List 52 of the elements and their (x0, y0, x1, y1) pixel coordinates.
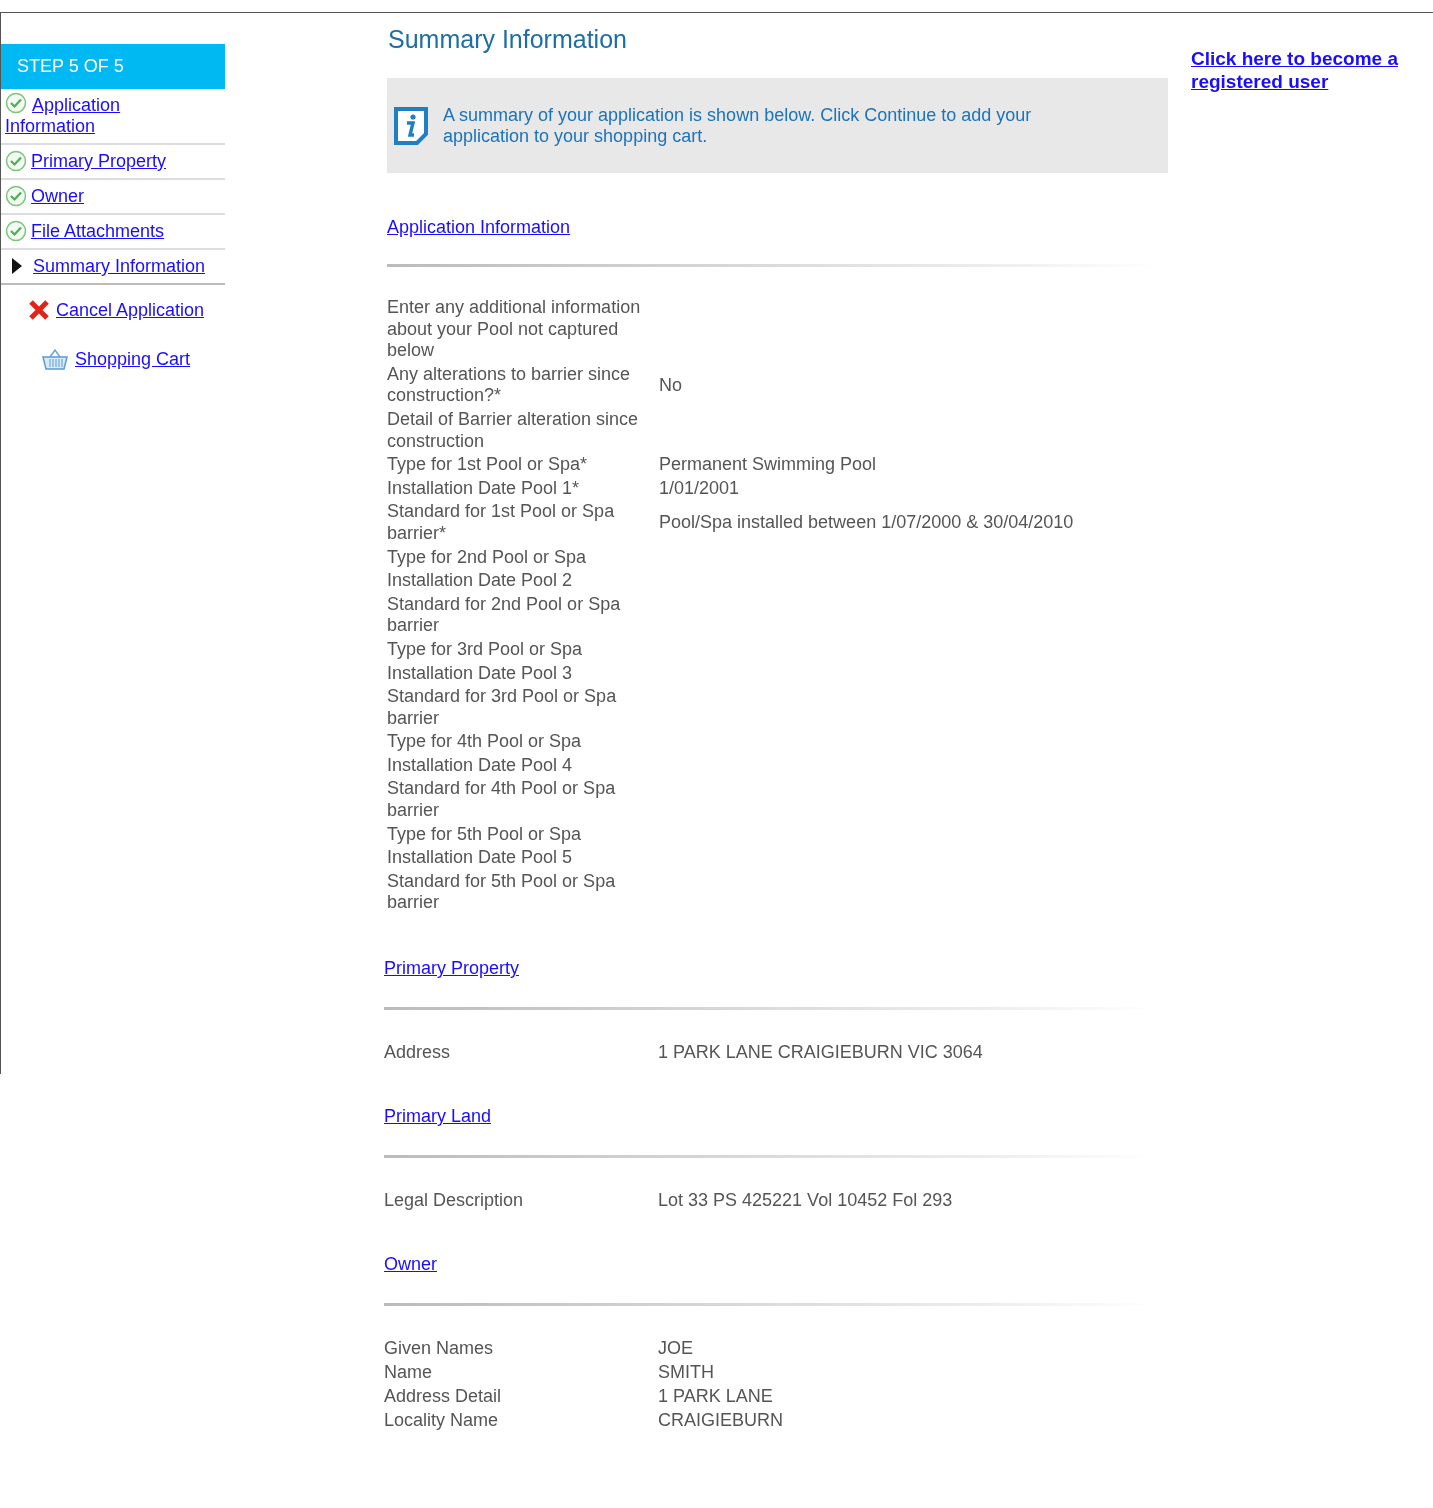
step-link[interactable]: Application Information (5, 95, 135, 137)
field-label: Type for 2nd Pool or Spa (387, 546, 588, 569)
field-value: Lot 33 PS 425221 Vol 10452 Fol 293 (658, 1190, 953, 1211)
step-link[interactable]: Owner (31, 186, 84, 207)
field-value: 1 PARK LANE (658, 1386, 773, 1407)
field-label: Installation Date Pool 4 (387, 754, 574, 777)
action-link[interactable]: Cancel Application (56, 299, 205, 321)
field-label: Enter any additional information about your Pool not captured below (387, 297, 642, 362)
field-label: Any alterations to barrier since construction?* (387, 363, 632, 407)
basket-icon (41, 347, 69, 371)
field-label: Type for 3rd Pool or Spa (387, 638, 584, 661)
section-link[interactable]: Owner (384, 1252, 437, 1277)
field-value: SMITH (658, 1362, 714, 1383)
field-label: Address Detail (384, 1386, 502, 1407)
field-label: Locality Name (384, 1410, 499, 1431)
step-link[interactable]: Summary Information (33, 256, 206, 277)
field-label: Type for 4th Pool or Spa (387, 731, 583, 753)
info-message: A summary of your application is shown below. Click Continue to add your application to your shopping cart. (443, 104, 1033, 147)
field-label: Standard for 3rd Pool or Spa barrier (387, 686, 618, 730)
field-label: Installation Date Pool 1* (387, 477, 581, 500)
field-label: Type for 5th Pool or Spa (387, 823, 583, 846)
field-value: Permanent Swimming Pool (659, 454, 877, 475)
field-value: 1 PARK LANE CRAIGIEBURN VIC 3064 (658, 1042, 983, 1063)
info-icon (393, 105, 429, 146)
field-label: Standard for 5th Pool or Spa barrier (387, 870, 617, 915)
close-icon (28, 299, 50, 321)
step-link[interactable]: File Attachments (31, 221, 165, 242)
field-label: Installation Date Pool 3 (387, 662, 574, 685)
field-label: Legal Description (384, 1190, 524, 1211)
field-label: Name (384, 1362, 432, 1383)
field-label: Installation Date Pool 5 (387, 847, 574, 869)
step-banner: STEP 5 OF 5 (1, 44, 225, 89)
field-value: 1/01/2001 (659, 477, 740, 498)
register-link[interactable]: Click here to become a registered user (1191, 47, 1416, 93)
field-label: Standard for 4th Pool or Spa barrier (387, 778, 617, 822)
field-value: No (659, 374, 682, 395)
field-label: Address (384, 1042, 451, 1063)
section-link[interactable]: Application Information (387, 215, 571, 239)
field-label: Standard for 1st Pool or Spa barrier* (387, 501, 616, 545)
section-link[interactable]: Primary Land (384, 1104, 492, 1129)
field-label: Type for 1st Pool or Spa* (387, 454, 589, 476)
field-value: JOE (658, 1338, 693, 1359)
step-link[interactable]: Primary Property (31, 151, 167, 172)
action-link[interactable]: Shopping Cart (75, 348, 191, 370)
field-value: CRAIGIEBURN (658, 1410, 783, 1431)
field-label: Given Names (384, 1338, 494, 1359)
field-label: Detail of Barrier alteration since construction (387, 408, 640, 453)
field-label: Standard for 2nd Pool or Spa barrier (387, 593, 622, 637)
field-label: Installation Date Pool 2 (387, 570, 574, 592)
page-title: Summary Information (388, 25, 628, 54)
section-link[interactable]: Primary Property (384, 956, 520, 981)
field-value: Pool/Spa installed between 1/07/2000 & 30/04/2010 (659, 512, 1074, 533)
